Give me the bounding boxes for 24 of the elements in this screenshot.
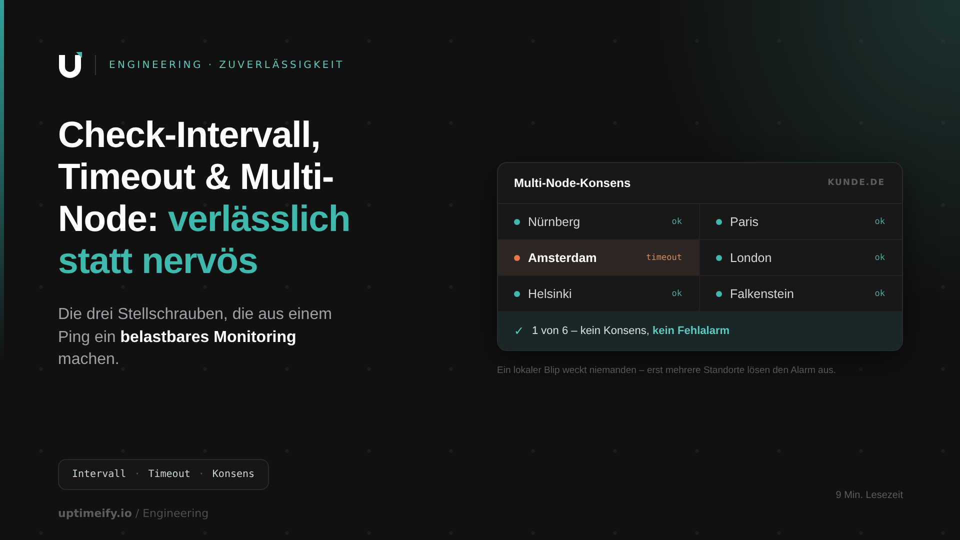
check-icon: ✓	[514, 324, 524, 338]
source-label: uptimeify.io / Engineering	[58, 507, 210, 520]
status-label: ok	[874, 288, 885, 298]
node-name: Helsinki	[528, 286, 573, 300]
status-label: ok	[874, 252, 885, 262]
status-label: ok	[672, 288, 682, 298]
logo-icon	[58, 52, 82, 78]
category-label: ENGINEERING · ZUVERLÄSSIGKEIT	[109, 60, 344, 70]
reading-time: 9 Min. Lesezeit	[836, 490, 903, 503]
headline: Check-Intervall, Timeout & Multi-Node: verlässlich statt nervös	[58, 114, 352, 282]
node-name: London	[730, 250, 773, 264]
status-label: ok	[874, 216, 885, 226]
topic-tags: Intervall · Timeout · Konsens	[58, 459, 269, 490]
node-name: Amsterdam	[528, 250, 598, 264]
card-title: Multi-Node-Konsens	[514, 176, 631, 190]
subtitle: Die drei Stellschrauben, die aus einem Ping ein belastbares Monitoring machen.	[58, 305, 333, 370]
status-label: ok	[672, 216, 682, 226]
status-label: timeout	[646, 252, 682, 262]
node-name: Paris	[730, 214, 760, 228]
domain-label: KUNDE.DE	[828, 178, 885, 188]
result-text: 1 von 6 – kein Konsens, kein Fehlalarm	[532, 325, 730, 337]
caption: Ein lokaler Blip weckt niemanden – erst mehrere Standorte lösen den Alarm aus.	[497, 365, 838, 376]
node-name: Falkenstein	[730, 286, 795, 300]
node-name: Nürnberg	[528, 214, 582, 228]
